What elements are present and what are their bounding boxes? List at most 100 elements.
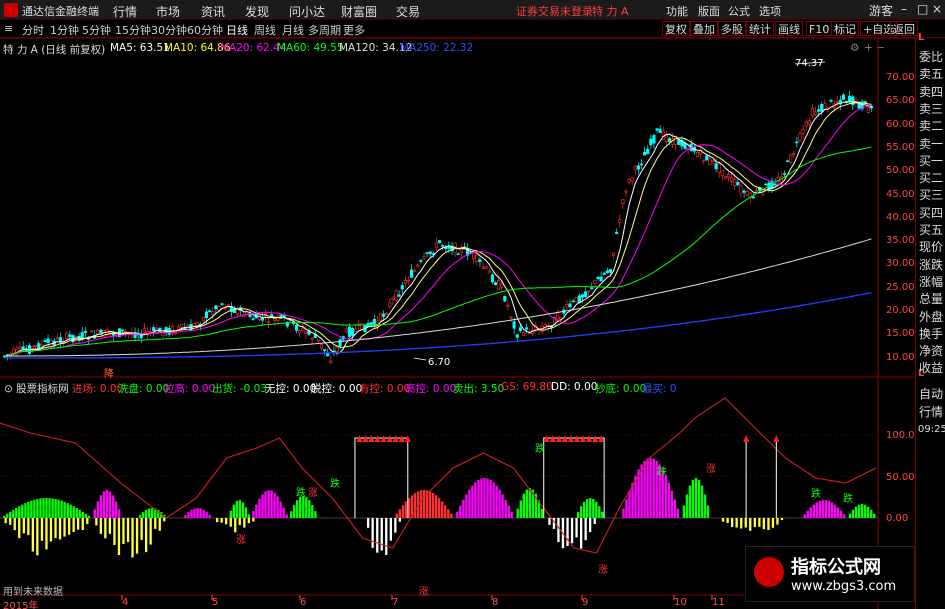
tool-button[interactable]: F10 [806, 21, 833, 36]
sidebar-item[interactable]: 涨跌 [919, 256, 945, 273]
indicator-bar [54, 499, 57, 518]
right-menu-item[interactable]: 选项 [759, 3, 781, 19]
period-tab[interactable]: 30分钟 [151, 22, 187, 38]
menu-toggle-icon[interactable]: ≡ [4, 22, 13, 35]
indicator-legend-item: 脱控: 0.00 [311, 383, 363, 395]
candle-body [590, 287, 594, 290]
candle-body [723, 176, 727, 179]
period-tab[interactable]: 月线 [282, 22, 304, 38]
sidebar-item[interactable]: 换手 [919, 325, 945, 342]
indicator-bar [57, 499, 60, 518]
period-tab[interactable]: 更多 [343, 22, 365, 38]
chart-area[interactable] [0, 38, 915, 609]
menu-item[interactable]: 行情 [113, 3, 137, 20]
indicator-bar-neg [77, 518, 80, 530]
period-tab[interactable]: 周线 [254, 22, 276, 38]
sidebar-item[interactable]: 买五 [919, 221, 945, 238]
sidebar-bottom-item[interactable]: 行情 [919, 403, 945, 420]
menu-item[interactable]: 财富圈 [341, 3, 377, 20]
indicator-legend-item: 洗盘: 0.00 [118, 383, 170, 395]
menu-item[interactable]: 交易 [396, 3, 420, 20]
period-tab[interactable]: 日线 [226, 22, 248, 38]
sidebar-item[interactable]: 卖一 [919, 135, 945, 152]
candle-body [652, 135, 656, 144]
indicator-bar [311, 505, 314, 518]
candle-body [810, 107, 814, 117]
period-tab[interactable]: 多周期 [308, 22, 341, 38]
sidebar-item[interactable]: 买一 [919, 152, 945, 169]
indicator-bar [299, 497, 302, 518]
sidebar-bottom-item[interactable]: 自动 [919, 385, 945, 402]
period-tab[interactable]: 1分钟 [50, 22, 79, 38]
menu-item[interactable]: 资讯 [201, 3, 225, 20]
indicator-bar-neg [225, 518, 228, 525]
tool-button[interactable]: 画线 [775, 21, 803, 36]
tool-button[interactable]: 标记 [831, 21, 859, 36]
sidebar-item[interactable]: 现价 [919, 238, 945, 255]
indicator-bar-neg [22, 518, 25, 534]
time-tick: 7 [392, 597, 399, 608]
price-tick: 10.00 [886, 351, 915, 363]
sidebar-item[interactable]: 总量 [919, 290, 945, 307]
candle-body [605, 270, 609, 273]
high-price-label: 74.37 [795, 58, 824, 69]
indicator-tick: 50.00 [886, 472, 915, 483]
period-tab[interactable]: 5分钟 [82, 22, 111, 38]
tool-button[interactable]: 返回 [890, 21, 918, 36]
candle-body [354, 328, 358, 332]
sidebar-item[interactable]: 外盘 [919, 308, 945, 325]
indicator-bar [27, 501, 30, 518]
indicator-bar-neg [113, 518, 116, 545]
candle-body [394, 290, 398, 301]
candle-body [102, 330, 106, 338]
indicator-bar [507, 505, 510, 518]
candle-body [441, 245, 445, 247]
sidebar-item[interactable]: 卖二 [919, 117, 945, 134]
sidebar-item[interactable]: 买二 [919, 169, 945, 186]
indicator-bar [264, 491, 267, 518]
indicator-name[interactable]: ⊙ 股票指标网 [4, 381, 69, 396]
close-icon[interactable]: × [932, 2, 942, 16]
menu-item[interactable]: 问小达 [289, 3, 325, 20]
user-label[interactable]: 游客 [869, 2, 893, 19]
sidebar-item[interactable]: 净资 [919, 342, 945, 359]
right-menu-item[interactable]: 公式 [728, 3, 750, 19]
period-tab[interactable]: 分时 [22, 22, 44, 38]
indicator-bar [66, 503, 69, 518]
period-tab[interactable]: 15分钟 [115, 22, 151, 38]
sidebar-item[interactable]: 收益 [919, 359, 945, 376]
tool-button[interactable]: 统计 [746, 21, 774, 36]
indicator-bar-neg [749, 518, 752, 531]
indicator-bar [821, 500, 824, 518]
menu-item[interactable]: 市场 [156, 3, 180, 20]
maximize-icon[interactable]: □ [917, 2, 928, 16]
tool-button[interactable]: 叠加 [690, 21, 718, 36]
indicator-bar-neg [126, 518, 130, 543]
indicator-bar-neg [229, 518, 232, 527]
sidebar-item[interactable]: 涨幅 [919, 273, 945, 290]
indicator-bar [96, 501, 100, 518]
sidebar-item[interactable]: 买四 [919, 204, 945, 221]
candle-body [639, 163, 644, 166]
indicator-bar [486, 478, 489, 518]
right-menu-item[interactable]: 功能 [666, 3, 688, 19]
candle-body [528, 332, 532, 335]
indicator-bar [238, 500, 241, 518]
sidebar-item[interactable]: 卖五 [919, 65, 945, 82]
tool-button[interactable]: 多股 [718, 21, 746, 36]
login-status[interactable]: 证券交易未登录 [516, 3, 593, 19]
price-tick: 30.00 [886, 258, 915, 270]
indicator-bar [6, 513, 9, 518]
sidebar-item[interactable]: 买三 [919, 186, 945, 203]
sidebar-item[interactable]: 卖四 [919, 83, 945, 100]
candle-body [83, 330, 87, 333]
sidebar-item[interactable]: 卖三 [919, 100, 945, 117]
tool-button[interactable]: 复权 [662, 21, 690, 36]
right-menu-item[interactable]: 版面 [698, 3, 720, 19]
minimize-icon[interactable]: – [901, 2, 907, 16]
stock-title: 特 力 A [592, 5, 629, 18]
menu-item[interactable]: 发现 [245, 3, 269, 20]
indicator-bar [111, 495, 115, 518]
sidebar-item[interactable]: 委比 [919, 48, 945, 65]
period-tab[interactable]: 60分钟 [187, 22, 223, 38]
